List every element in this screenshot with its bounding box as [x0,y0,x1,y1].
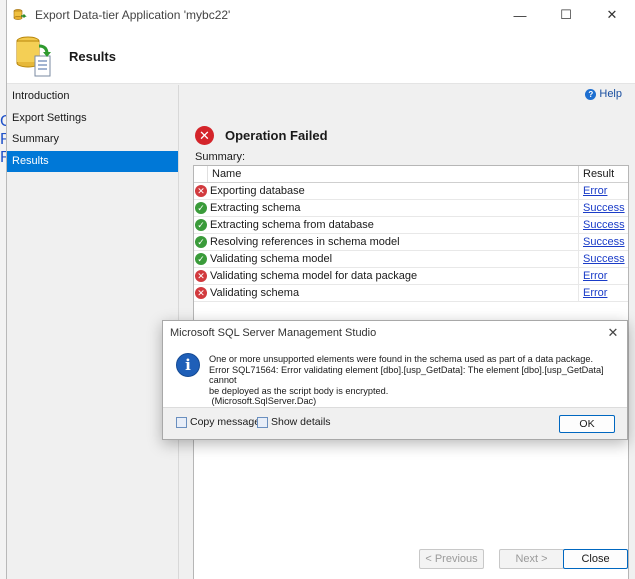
table-row[interactable]: ✓ Resolving references in schema model Suc… [194,233,628,251]
row-name: Exporting database [208,182,579,200]
operation-status: ✕ Operation Failed [195,126,328,145]
maximize-button[interactable]: ☐ [543,0,589,30]
error-icon: ✕ [195,270,207,282]
close-window-button[interactable]: ✕ [589,0,635,30]
summary-label: Summary: [195,151,246,163]
message-line: One or more unsupported elements were fo… [209,354,594,364]
table-row[interactable]: ✕ Validating schema Error [194,284,628,302]
success-icon: ✓ [195,219,207,231]
sidebar-nav: Introduction Export Settings Summary Res… [7,86,178,172]
sidebar-item-export-settings[interactable]: Export Settings [7,108,178,130]
next-button[interactable]: Next > [499,549,564,569]
sidebar-item-introduction[interactable]: Introduction [7,86,178,108]
success-icon: ✓ [195,202,207,214]
dialog-title: Microsoft SQL Server Management Studio [170,327,377,339]
row-result-link[interactable]: Success [579,219,628,231]
page-title: Results [69,49,116,64]
row-result-link[interactable]: Success [579,253,628,265]
copy-message-label: Copy message [190,416,261,428]
help-icon: ? [585,88,597,100]
close-button[interactable]: Close [563,549,628,569]
table-header: Name Result [194,166,628,183]
dialog-message: One or more unsupported elements were fo… [209,354,619,407]
row-result-link[interactable]: Error [579,287,628,299]
row-name: Validating schema [208,284,579,302]
status-text: Operation Failed [225,128,328,143]
wizard-sidebar: Introduction Export Settings Summary Res… [7,85,178,579]
table-row[interactable]: ✕ Validating schema model for data packag… [194,267,628,285]
database-export-icon [15,34,53,80]
row-name: Extracting schema [208,199,579,217]
export-wizard-window: Export Data-tier Application 'mybc22' — … [6,0,635,579]
row-result-link[interactable]: Success [579,202,628,214]
ok-button[interactable]: OK [559,415,615,433]
copy-message-button[interactable]: Copy message [176,416,260,428]
error-icon: ✕ [195,287,207,299]
help-link[interactable]: ? Help [585,88,622,100]
success-icon: ✓ [195,236,207,248]
error-message-dialog: Microsoft SQL Server Management Studio ✕… [162,320,628,440]
show-details-button[interactable]: Show details [257,416,331,428]
table-row[interactable]: ✓ Extracting schema Success [194,199,628,217]
row-result-link[interactable]: Success [579,236,628,248]
row-name: Resolving references in schema model [208,233,579,251]
row-result-link[interactable]: Error [579,270,628,282]
column-header-result[interactable]: Result [579,166,628,182]
wizard-header: Results [7,30,635,84]
app-icon [13,8,27,22]
message-line: be deployed as the script body is encryp… [209,385,389,396]
table-row[interactable]: ✓ Extracting schema from database Success [194,216,628,234]
help-label: Help [599,88,622,100]
row-name: Validating schema model [208,250,579,268]
sidebar-item-results[interactable]: Results [7,150,178,172]
table-body: ✕ Exporting database Error ✓ Extracting sche… [194,182,628,302]
previous-button[interactable]: < Previous [419,549,484,569]
table-row[interactable]: ✕ Exporting database Error [194,182,628,200]
table-row[interactable]: ✓ Validating schema model Success [194,250,628,268]
info-icon: i [176,353,200,377]
message-line: (Microsoft.SqlServer.Dac) [209,396,317,406]
message-line: Error SQL71564: Error validating element… [209,364,604,386]
dialog-close-icon[interactable]: ✕ [605,321,621,345]
error-icon: ✕ [195,185,207,197]
window-title: Export Data-tier Application 'mybc22' [35,8,231,22]
dialog-footer: Copy message Show details OK [163,407,627,439]
details-icon [257,416,268,428]
row-name: Extracting schema from database [208,216,579,234]
dialog-body: i One or more unsupported elements were … [163,345,627,409]
title-bar[interactable]: Export Data-tier Application 'mybc22' — … [7,0,635,30]
copy-icon [176,416,187,428]
success-icon: ✓ [195,253,207,265]
column-header-name[interactable]: Name [208,166,579,182]
error-icon: ✕ [195,126,214,145]
row-name: Validating schema model for data package [208,267,579,285]
row-result-link[interactable]: Error [579,185,628,197]
show-details-label: Show details [271,416,331,428]
dialog-title-bar[interactable]: Microsoft SQL Server Management Studio ✕ [163,321,627,345]
sidebar-item-summary[interactable]: Summary [7,129,178,151]
minimize-button[interactable]: — [497,0,543,30]
